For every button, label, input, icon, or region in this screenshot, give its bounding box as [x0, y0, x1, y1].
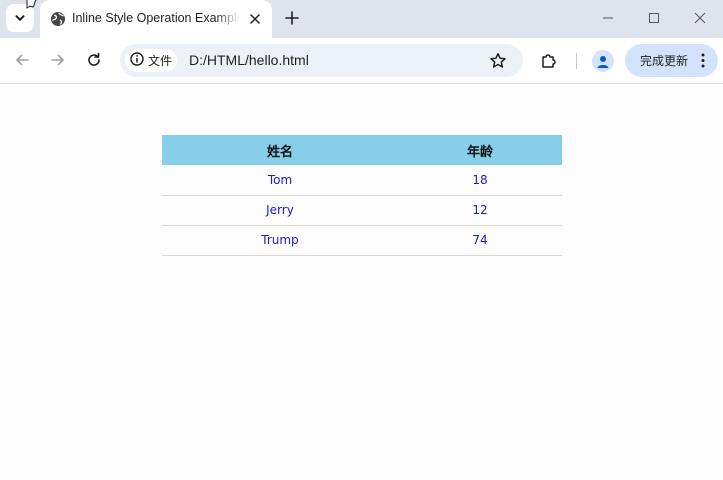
cell-age: 74 — [397, 225, 562, 256]
table-row: Jerry 12 — [162, 195, 562, 226]
mouse-cursor-icon — [24, 0, 40, 12]
address-bar[interactable]: 文件 D:/HTML/hello.html — [120, 44, 523, 77]
tab-title: Inline Style Operation Example — [72, 11, 240, 25]
tab-strip: Inline Style Operation Example — [0, 0, 723, 38]
minimize-icon[interactable] — [597, 8, 619, 28]
browser-toolbar: 文件 D:/HTML/hello.html 完成更新 — [0, 38, 723, 84]
profile-avatar-icon[interactable] — [592, 50, 614, 72]
cell-name: Trump — [162, 225, 398, 256]
table-header-row: 姓名 年龄 — [162, 135, 562, 165]
toolbar-divider — [576, 53, 577, 69]
update-button[interactable]: 完成更新 — [625, 44, 718, 77]
cell-age: 18 — [397, 165, 562, 196]
info-icon — [130, 51, 144, 70]
page-content: 姓名 年龄 Tom 18 Jerry 12 Trump 74 — [0, 85, 723, 480]
url-text[interactable]: D:/HTML/hello.html — [189, 52, 309, 68]
table-row: Tom 18 — [162, 165, 562, 196]
site-info-chip[interactable]: 文件 — [125, 49, 177, 72]
forward-arrow-icon[interactable] — [48, 50, 68, 70]
close-window-icon[interactable] — [689, 8, 711, 28]
header-age: 年龄 — [397, 135, 562, 165]
more-vert-icon[interactable] — [701, 53, 705, 68]
site-chip-label: 文件 — [148, 54, 173, 68]
extensions-puzzle-icon[interactable] — [538, 50, 560, 72]
new-tab-plus-icon[interactable] — [282, 8, 302, 28]
globe-icon — [50, 11, 66, 27]
maximize-icon[interactable] — [643, 8, 665, 28]
reload-icon[interactable] — [84, 50, 104, 70]
header-name: 姓名 — [162, 135, 398, 165]
cell-name: Tom — [162, 165, 398, 196]
tab-active[interactable]: Inline Style Operation Example — [40, 0, 272, 38]
cell-name: Jerry — [162, 195, 398, 226]
cell-age: 12 — [397, 195, 562, 226]
bookmark-star-icon[interactable] — [488, 51, 508, 71]
table-row: Trump 74 — [162, 225, 562, 256]
people-table: 姓名 年龄 Tom 18 Jerry 12 Trump 74 — [162, 135, 562, 256]
close-tab-icon[interactable] — [246, 10, 264, 28]
update-button-label: 完成更新 — [640, 54, 689, 68]
back-arrow-icon[interactable] — [12, 50, 32, 70]
